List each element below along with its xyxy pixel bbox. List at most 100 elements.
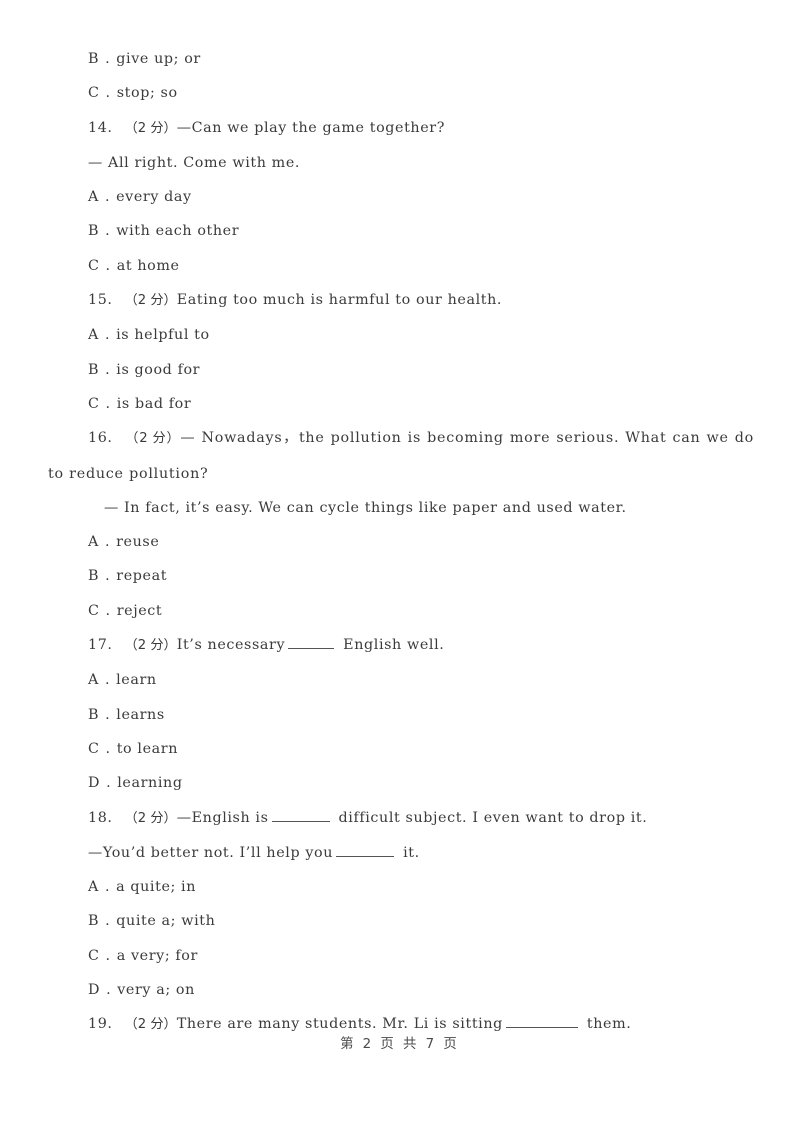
answer-blank[interactable] [336, 844, 395, 857]
question-text-after: difficult subject. I even want to drop i… [338, 809, 648, 826]
option-text: stop; so [116, 85, 178, 102]
option-separator: . [104, 879, 111, 896]
option-separator: . [105, 706, 111, 723]
option-row[interactable]: B. with each other [48, 214, 754, 248]
option-text: quite a; with [116, 913, 216, 930]
option-row[interactable]: C. to learn [48, 732, 754, 766]
option-row[interactable]: A. is helpful to [48, 318, 754, 352]
question-text-after: them. [586, 1016, 632, 1033]
answer-blank[interactable] [271, 809, 330, 822]
option-separator: . [105, 602, 111, 619]
option-row[interactable]: C. a very; for [48, 939, 754, 973]
page-footer: 第2页共7页 [0, 1032, 800, 1052]
option-separator: . [104, 189, 111, 206]
option-letter: A [88, 672, 99, 689]
footer-total-pages: 7 [425, 1037, 438, 1052]
option-text: is helpful to [116, 327, 210, 344]
question-text-before: —English is [176, 809, 269, 826]
option-separator: . [105, 223, 111, 240]
footer-total-label: 共 [403, 1037, 420, 1052]
option-letter: C [88, 740, 100, 757]
option-row[interactable]: C. stop; so [48, 76, 754, 110]
answer-blank[interactable] [288, 636, 335, 650]
option-text: is good for [116, 361, 201, 378]
option-letter: B [88, 223, 100, 240]
question-stem: 14. （2 分）—Can we play the game together? [48, 111, 754, 146]
option-text: learning [117, 775, 183, 792]
option-row[interactable]: B. give up; or [48, 42, 754, 76]
option-row[interactable]: B. quite a; with [48, 904, 754, 938]
option-row[interactable]: A. learn [48, 663, 754, 697]
option-text: at home [116, 257, 180, 274]
option-text: learns [116, 706, 165, 723]
option-row[interactable]: C. at home [48, 249, 754, 283]
question-points: （2 分） [124, 431, 181, 447]
footer-prefix: 第 [340, 1037, 357, 1052]
option-separator: . [104, 672, 111, 689]
question-text-before: There are many students. Mr. Li is sitti… [176, 1016, 503, 1033]
question-text: Eating too much is harmful to our health… [176, 292, 503, 309]
option-text: learn [116, 672, 157, 689]
option-letter: A [88, 327, 99, 344]
option-separator: . [104, 327, 111, 344]
option-row[interactable]: A. every day [48, 180, 754, 214]
question-points: （2 分） [124, 638, 177, 654]
option-letter: C [88, 257, 100, 274]
option-row[interactable]: B. is good for [48, 353, 754, 387]
footer-current-page: 2 [362, 1037, 375, 1052]
question-dialogue: — In fact, it’s easy. We can cycle thing… [48, 491, 754, 525]
option-row[interactable]: D. very a; on [48, 973, 754, 1007]
option-letter: A [88, 189, 99, 206]
question-points: （2 分） [124, 1017, 177, 1033]
question-number: 16. [88, 430, 113, 447]
option-separator: . [105, 85, 111, 102]
option-separator: . [105, 395, 111, 412]
option-separator: . [105, 740, 111, 757]
option-row[interactable]: C. reject [48, 594, 754, 628]
footer-page-unit: 页 [443, 1037, 460, 1052]
option-text: give up; or [116, 51, 201, 67]
option-letter: D [88, 775, 101, 792]
option-separator: . [106, 982, 112, 999]
answer-blank[interactable] [505, 1016, 578, 1029]
question-number: 17. [88, 637, 113, 654]
option-row[interactable]: B. learns [48, 698, 754, 732]
option-row[interactable]: A. reuse [48, 525, 754, 559]
question-text: —Can we play the game together? [176, 119, 446, 136]
option-text: is bad for [116, 395, 192, 412]
question-number: 19. [88, 1016, 113, 1033]
question-stem: 17. （2 分）It’s necessary English well. [48, 628, 754, 663]
question-number: 14. [88, 119, 113, 136]
question-stem: 15. （2 分）Eating too much is harmful to ou… [48, 283, 754, 318]
option-row[interactable]: A. a quite; in [48, 870, 754, 904]
question-dialogue: —You’d better not. I’ll help you it. [48, 836, 754, 870]
option-separator: . [104, 534, 111, 551]
option-letter: B [88, 706, 100, 723]
option-letter: C [88, 395, 100, 412]
option-row[interactable]: B. repeat [48, 559, 754, 593]
option-letter: B [88, 51, 100, 67]
option-separator: . [105, 361, 111, 378]
option-text: repeat [116, 568, 168, 585]
option-row[interactable]: D. learning [48, 766, 754, 800]
page-content: B. give up; or C. stop; so 14. （2 分）—Can we… [48, 42, 754, 1043]
option-letter: C [88, 602, 100, 619]
dialogue-text: — All right. Come with me. [88, 154, 301, 171]
option-letter: A [88, 879, 99, 896]
option-letter: D [88, 982, 101, 999]
option-letter: B [88, 361, 100, 378]
option-row[interactable]: C. is bad for [48, 387, 754, 421]
option-letter: B [88, 913, 100, 930]
dialogue-text-before: —You’d better not. I’ll help you [88, 844, 334, 861]
document-page: B. give up; or C. stop; so 14. （2 分）—Can we… [0, 0, 800, 1132]
question-points: （2 分） [124, 293, 177, 309]
question-dialogue: — All right. Come with me. [48, 146, 754, 180]
option-separator: . [105, 51, 111, 67]
option-letter: C [88, 947, 100, 964]
option-separator: . [105, 913, 111, 930]
question-stem: 16. （2 分）— Nowadays，the pollution is beco… [48, 421, 754, 491]
option-separator: . [106, 775, 112, 792]
option-text: reject [116, 602, 163, 619]
option-letter: A [88, 534, 99, 551]
question-points: （2 分） [124, 810, 177, 826]
